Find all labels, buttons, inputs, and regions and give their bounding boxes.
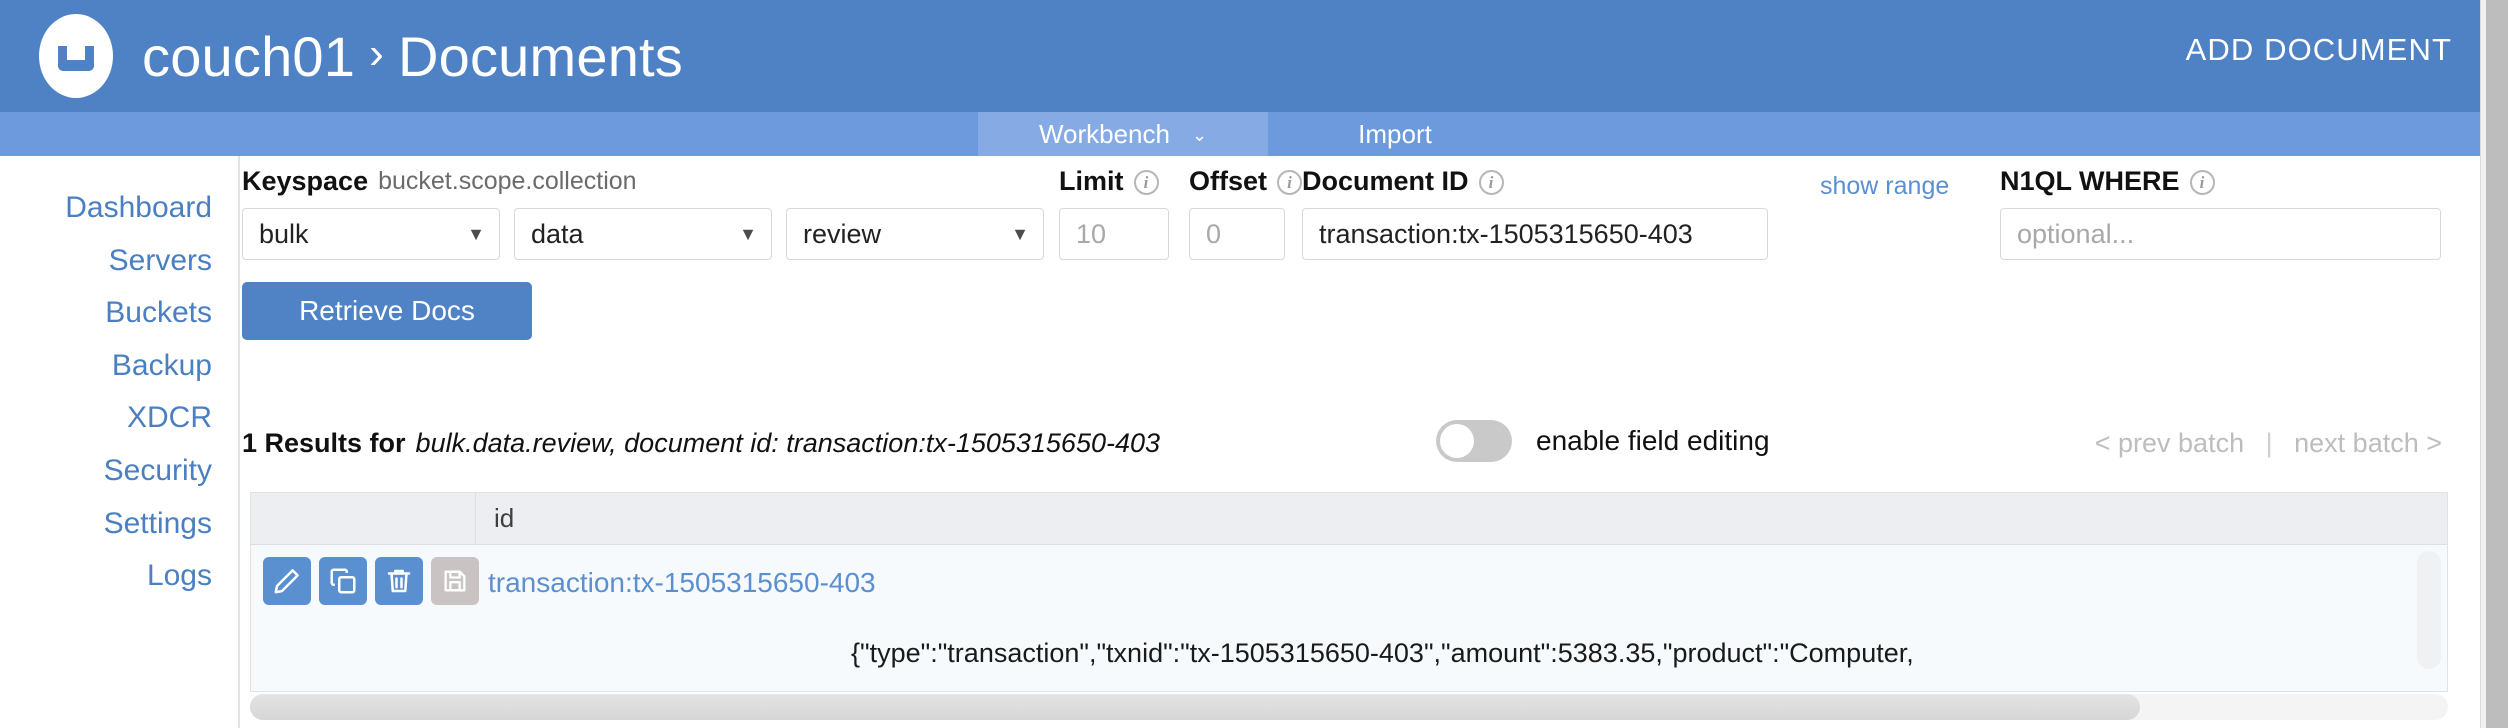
results-summary: 1 Results for bulk.data.review, document… bbox=[242, 428, 1160, 459]
scrollbar-thumb[interactable] bbox=[250, 694, 2140, 720]
collection-select-value: review bbox=[803, 219, 881, 250]
keyspace-label: Keyspace bucket.scope.collection bbox=[242, 166, 637, 197]
document-id-input-value: transaction:tx-1505315650-403 bbox=[1319, 219, 1693, 250]
edit-document-button[interactable] bbox=[263, 557, 311, 605]
save-document-button bbox=[431, 557, 479, 605]
prev-batch-button[interactable]: < prev batch bbox=[2095, 428, 2244, 458]
offset-input-value: 0 bbox=[1206, 219, 1221, 250]
limit-input-value: 10 bbox=[1076, 219, 1106, 250]
chevron-down-icon: ⌄ bbox=[1192, 126, 1207, 144]
toggle-knob bbox=[1440, 424, 1474, 458]
n1ql-where-input[interactable]: optional... bbox=[2000, 208, 2441, 260]
sidebar-item-security[interactable]: Security bbox=[0, 453, 238, 490]
sidebar-item-servers[interactable]: Servers bbox=[0, 243, 238, 280]
document-id-link[interactable]: transaction:tx-1505315650-403 bbox=[476, 545, 851, 599]
sidebar-nav: Dashboard Servers Buckets Backup XDCR Se… bbox=[0, 156, 240, 728]
offset-label: Offset i bbox=[1189, 166, 1302, 197]
delete-document-button[interactable] bbox=[375, 557, 423, 605]
enable-field-editing-label: enable field editing bbox=[1536, 425, 1770, 457]
tab-import-label: Import bbox=[1358, 119, 1432, 150]
table-row: transaction:tx-1505315650-403 {"type":"t… bbox=[251, 545, 2447, 655]
n1ql-where-label: N1QL WHERE i bbox=[2000, 166, 2215, 197]
tab-workbench[interactable]: Workbench ⌄ bbox=[978, 112, 1268, 156]
document-cell-vertical-scrollbar[interactable] bbox=[2417, 551, 2441, 669]
documents-workbench-page: couch01 › Documents ADD DOCUMENT Workben… bbox=[0, 0, 2508, 728]
breadcrumb-section: Documents bbox=[398, 24, 683, 89]
scope-select[interactable]: data ▼ bbox=[514, 208, 772, 260]
results-table: id bbox=[250, 492, 2448, 692]
results-horizontal-scrollbar[interactable] bbox=[250, 694, 2448, 720]
info-icon[interactable]: i bbox=[1479, 170, 1504, 195]
caret-down-icon: ▼ bbox=[739, 225, 757, 243]
couchbase-logo-icon bbox=[32, 12, 120, 100]
results-count: 1 Results for bbox=[242, 428, 406, 459]
next-batch-button[interactable]: next batch > bbox=[2294, 428, 2442, 458]
document-id-label: Document ID i bbox=[1302, 166, 1504, 197]
limit-input[interactable]: 10 bbox=[1059, 208, 1169, 260]
show-range-link[interactable]: show range bbox=[1820, 172, 1949, 201]
sidebar-item-buckets[interactable]: Buckets bbox=[0, 295, 238, 332]
page-scrollbar-thumb[interactable] bbox=[2486, 0, 2508, 728]
retrieve-docs-button[interactable]: Retrieve Docs bbox=[242, 282, 532, 340]
document-id-input[interactable]: transaction:tx-1505315650-403 bbox=[1302, 208, 1768, 260]
caret-down-icon: ▼ bbox=[1011, 225, 1029, 243]
table-header-id: id bbox=[476, 503, 2447, 534]
enable-field-editing-toggle[interactable] bbox=[1436, 420, 1512, 462]
tab-import[interactable]: Import bbox=[1300, 112, 1490, 156]
table-header-row: id bbox=[251, 493, 2447, 545]
keyspace-hint: bucket.scope.collection bbox=[378, 167, 636, 196]
bucket-select-value: bulk bbox=[259, 219, 309, 250]
results-context: bulk.data.review, document id: transacti… bbox=[416, 428, 1160, 459]
info-icon[interactable]: i bbox=[1134, 170, 1159, 195]
limit-label: Limit i bbox=[1059, 166, 1159, 197]
scope-select-value: data bbox=[531, 219, 584, 250]
enable-field-editing-control[interactable]: enable field editing bbox=[1436, 420, 1770, 462]
sidebar-item-dashboard[interactable]: Dashboard bbox=[0, 190, 238, 227]
app-header: couch01 › Documents ADD DOCUMENT bbox=[0, 0, 2480, 112]
breadcrumb-product[interactable]: couch01 bbox=[142, 24, 355, 89]
document-json-preview[interactable]: {"type":"transaction","txnid":"tx-150531… bbox=[851, 545, 2447, 692]
bucket-select[interactable]: bulk ▼ bbox=[242, 208, 500, 260]
add-document-button[interactable]: ADD DOCUMENT bbox=[2186, 32, 2452, 68]
page-scrollbar[interactable] bbox=[2480, 0, 2508, 728]
n1ql-where-placeholder: optional... bbox=[2017, 219, 2134, 250]
tab-bar: Workbench ⌄ Import bbox=[0, 112, 2480, 156]
row-actions bbox=[251, 545, 476, 605]
document-json-line-1: {"type":"transaction","txnid":"tx-150531… bbox=[851, 636, 2431, 672]
breadcrumb-separator-icon: › bbox=[369, 29, 384, 79]
caret-down-icon: ▼ bbox=[467, 225, 485, 243]
batch-separator: | bbox=[2266, 428, 2273, 458]
tab-workbench-label: Workbench bbox=[1039, 119, 1170, 150]
batch-navigation: < prev batch | next batch > bbox=[2095, 428, 2442, 459]
breadcrumb: couch01 › Documents bbox=[142, 16, 683, 96]
table-header-actions bbox=[251, 493, 476, 545]
query-filter-bar: Keyspace bucket.scope.collection bulk ▼ … bbox=[242, 156, 2480, 266]
copy-document-button[interactable] bbox=[319, 557, 367, 605]
sidebar-item-logs[interactable]: Logs bbox=[0, 558, 238, 595]
collection-select[interactable]: review ▼ bbox=[786, 208, 1044, 260]
info-icon[interactable]: i bbox=[1277, 170, 1302, 195]
sidebar-item-backup[interactable]: Backup bbox=[0, 348, 238, 385]
main-content: Keyspace bucket.scope.collection bulk ▼ … bbox=[242, 156, 2480, 728]
info-icon[interactable]: i bbox=[2190, 170, 2215, 195]
sidebar-item-settings[interactable]: Settings bbox=[0, 506, 238, 543]
offset-input[interactable]: 0 bbox=[1189, 208, 1285, 260]
sidebar-item-xdcr[interactable]: XDCR bbox=[0, 400, 238, 437]
